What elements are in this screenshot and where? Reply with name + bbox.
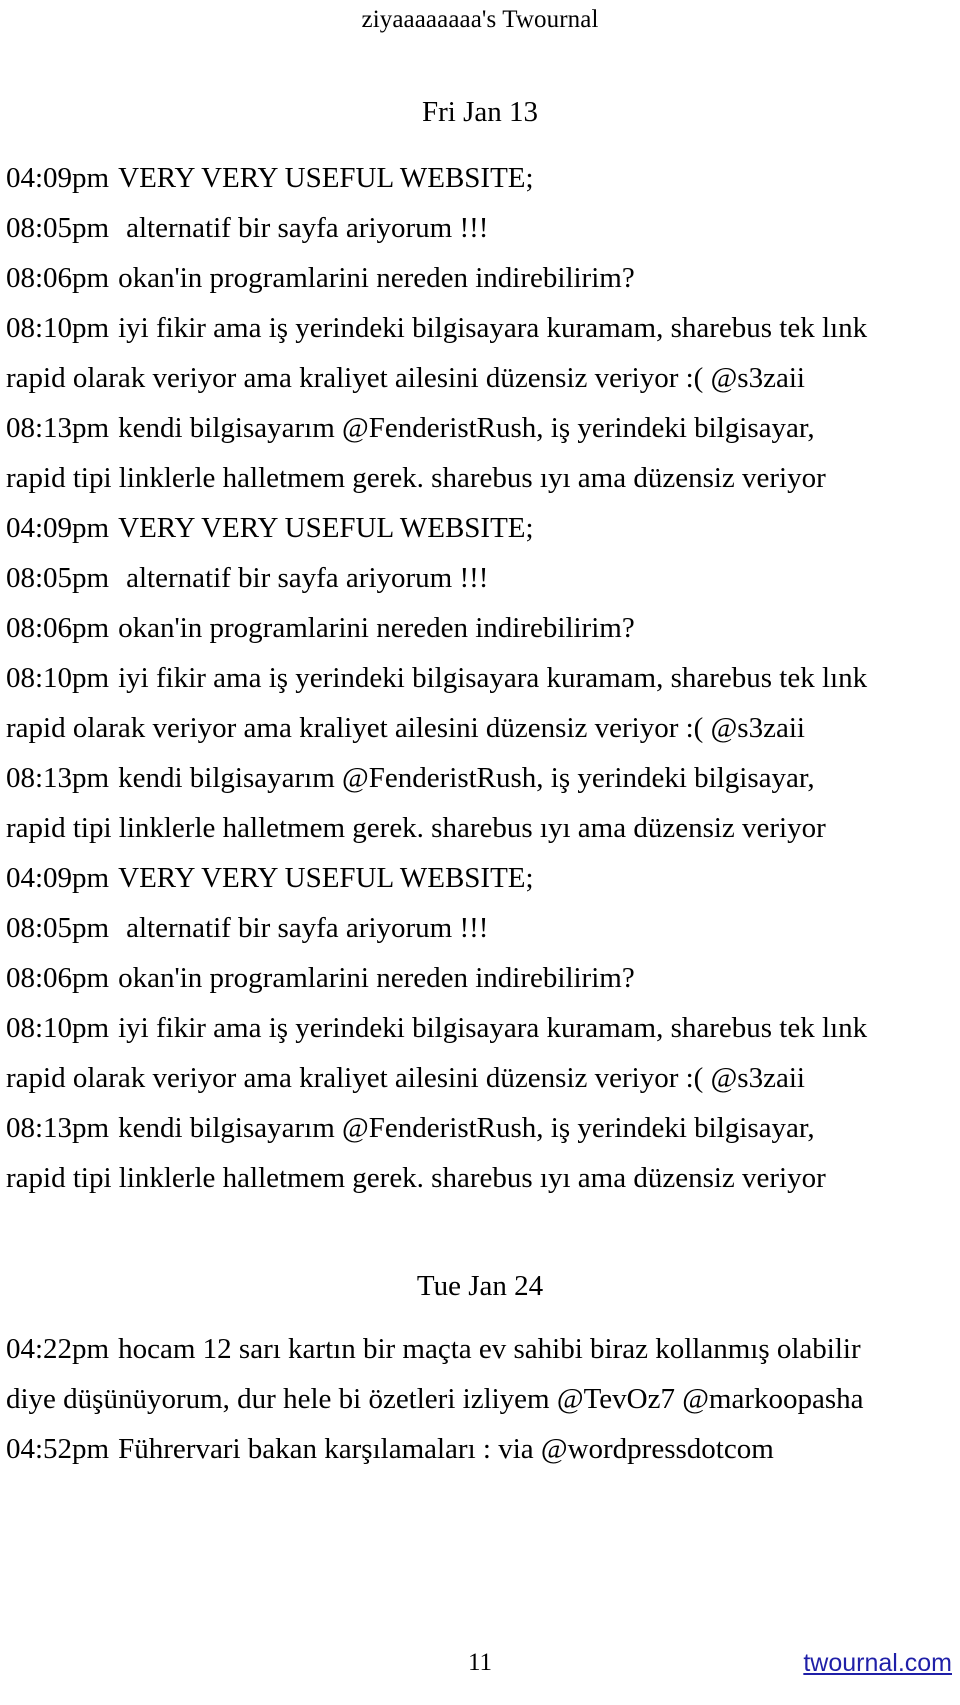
entry-text: Führervari bakan karşılamaları : via @wo… [118,1433,774,1465]
journal-entry: 04:09pm VERY VERY USEFUL WEBSITE; [6,503,954,553]
journal-entry-continuation: diye düşünüyorum, dur hele bi özetleri i… [6,1374,954,1424]
journal-entry: 04:22pm hocam 12 sarı kartın bir maçta ev… [6,1324,954,1374]
entry-text: iyi fikir ama iş yerindeki bilgisayara k… [118,1012,868,1044]
entry-text: VERY VERY USEFUL WEBSITE; [118,512,534,544]
journal-entry: 04:09pm VERY VERY USEFUL WEBSITE; [6,153,954,203]
journal-entry-continuation: rapid tipi linklerle halletmem gerek. sh… [6,1153,954,1203]
entry-timestamp: 04:52pm [6,1433,110,1465]
entry-text: okan'in programlarini nereden indirebili… [118,612,635,644]
entry-timestamp: 08:13pm [6,412,110,444]
journal-entry-continuation: rapid olarak veriyor ama kraliyet ailesi… [6,703,954,753]
journal-entry-continuation: rapid olarak veriyor ama kraliyet ailesi… [6,353,954,403]
entry-text: kendi bilgisayarım @FenderistRush, iş ye… [118,412,815,444]
entry-timestamp: 04:09pm [6,862,110,894]
entry-text: alternatif bir sayfa ariyorum !!! [126,912,489,944]
journal-entry: 08:13pm kendi bilgisayarım @FenderistRush… [6,1103,954,1153]
entry-text: iyi fikir ama iş yerindeki bilgisayara k… [118,312,868,344]
journal-entry: 08:06pm okan'in programlarini nereden ind… [6,253,954,303]
entry-text: alternatif bir sayfa ariyorum !!! [126,562,489,594]
entry-text: iyi fikir ama iş yerindeki bilgisayara k… [118,662,868,694]
page-footer: 11 twournal.com [0,1645,960,1681]
date-heading-tue-jan-24: Tue Jan 24 [416,1270,544,1302]
journal-title: ziyaaaaaaaa's Twournal [361,6,599,33]
entry-text: rapid tipi linklerle halletmem gerek. sh… [6,462,826,494]
entry-text: rapid olarak veriyor ama kraliyet ailesi… [6,712,805,744]
entry-text: VERY VERY USEFUL WEBSITE; [118,162,534,194]
entry-text: okan'in programlarini nereden indirebili… [118,962,635,994]
entry-text: alternatif bir sayfa ariyorum !!! [126,212,489,244]
entry-text: diye düşünüyorum, dur hele bi özetleri i… [6,1383,864,1415]
date-heading-fri-jan-13: Fri Jan 13 [422,96,538,128]
entry-text: hocam 12 sarı kartın bir maçta ev sahibi… [118,1333,861,1365]
entry-timestamp: 08:06pm [6,962,110,994]
journal-entry: 08:10pm iyi fikir ama iş yerindeki bilgis… [6,303,954,353]
journal-page: ziyaaaaaaaa's Twournal Fri Jan 13 04:09p… [0,0,960,1705]
entry-timestamp: 08:05pm [6,912,110,944]
entry-timestamp: 08:05pm [6,212,110,244]
journal-entry: 08:05pm alternatif bir sayfa ariyorum !!! [6,553,954,603]
entry-timestamp: 08:05pm [6,562,110,594]
journal-entry-continuation: rapid tipi linklerle halletmem gerek. sh… [6,453,954,503]
entry-text: okan'in programlarini nereden indirebili… [118,262,635,294]
entry-timestamp: 04:09pm [6,162,110,194]
journal-entry: 08:10pm iyi fikir ama iş yerindeki bilgis… [6,1003,954,1053]
entry-text: kendi bilgisayarım @FenderistRush, iş ye… [118,1112,815,1144]
entry-timestamp: 04:22pm [6,1333,110,1365]
entry-timestamp: 08:06pm [6,612,110,644]
entry-text: kendi bilgisayarım @FenderistRush, iş ye… [118,762,815,794]
entry-timestamp: 08:13pm [6,1112,110,1144]
journal-entry: 08:05pm alternatif bir sayfa ariyorum !!! [6,203,954,253]
journal-entry: 08:13pm kendi bilgisayarım @FenderistRush… [6,403,954,453]
entry-text: rapid olarak veriyor ama kraliyet ailesi… [6,362,805,394]
journal-entry: 04:52pm Führervari bakan karşılamaları : … [6,1424,954,1474]
journal-entry: 08:10pm iyi fikir ama iş yerindeki bilgis… [6,653,954,703]
entry-text: rapid tipi linklerle halletmem gerek. sh… [6,1162,826,1194]
journal-entry: 08:13pm kendi bilgisayarım @FenderistRush… [6,753,954,803]
entry-timestamp: 08:10pm [6,1012,110,1044]
entry-timestamp: 04:09pm [6,512,110,544]
entry-timestamp: 08:13pm [6,762,110,794]
entry-text: VERY VERY USEFUL WEBSITE; [118,862,534,894]
journal-entry: 08:06pm okan'in programlarini nereden ind… [6,603,954,653]
journal-entry: 04:09pm VERY VERY USEFUL WEBSITE; [6,853,954,903]
entry-list-fri-jan-13: 04:09pm VERY VERY USEFUL WEBSITE; 08:05pm a… [6,153,954,1203]
entry-timestamp: 08:10pm [6,312,110,344]
entry-timestamp: 08:10pm [6,662,110,694]
journal-entry: 08:06pm okan'in programlarini nereden ind… [6,953,954,1003]
twournal-site-link[interactable]: twournal.com [803,1645,952,1681]
journal-entry-continuation: rapid tipi linklerle halletmem gerek. sh… [6,803,954,853]
journal-entry-continuation: rapid olarak veriyor ama kraliyet ailesi… [6,1053,954,1103]
entry-list-tue-jan-24: 04:22pm hocam 12 sarı kartın bir maçta ev… [6,1324,954,1474]
entry-text: rapid olarak veriyor ama kraliyet ailesi… [6,1062,805,1094]
entry-timestamp: 08:06pm [6,262,110,294]
journal-entry: 08:05pm alternatif bir sayfa ariyorum !!! [6,903,954,953]
entry-text: rapid tipi linklerle halletmem gerek. sh… [6,812,826,844]
